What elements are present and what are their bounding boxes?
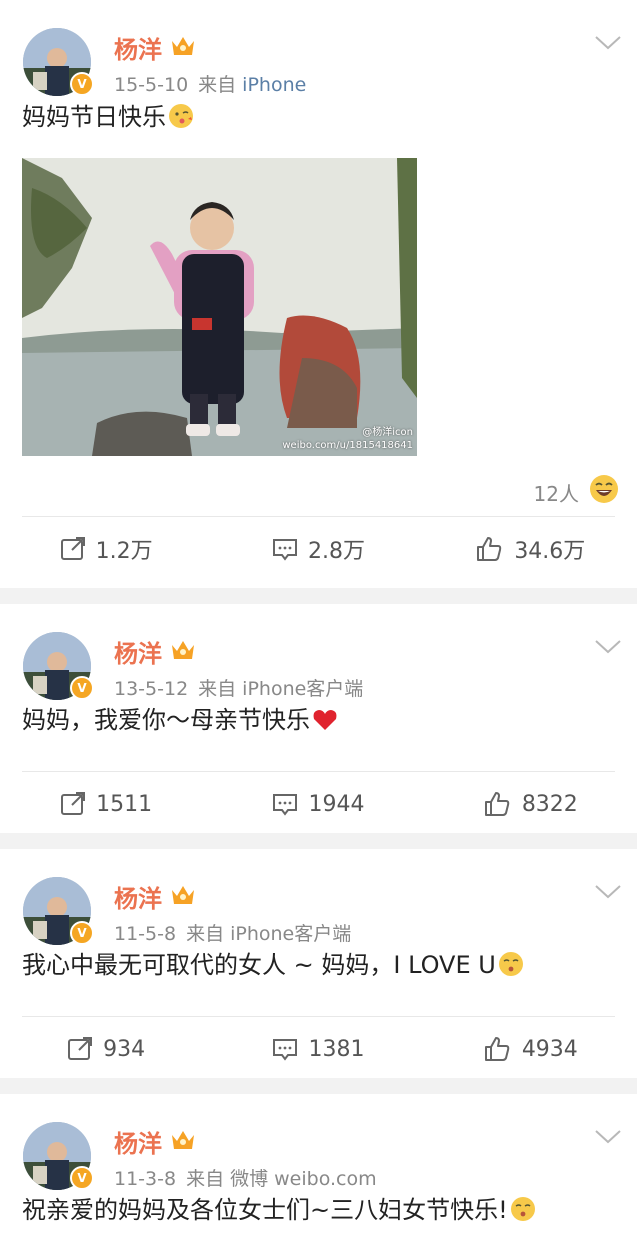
repost-button[interactable]: 934: [0, 1017, 212, 1081]
post-source[interactable]: iPhone客户端: [230, 923, 351, 945]
post-header: V 杨洋 11-3-8 来自 微博 weibo.com: [0, 1094, 637, 1194]
post-card: V 杨洋 15-5-10 来自 iPhone 妈妈节日快乐 @杨洋icon we…: [0, 0, 637, 588]
source-prefix: 来自: [198, 74, 237, 96]
kissing-face-icon: [510, 1196, 536, 1231]
card-gap: [0, 588, 637, 604]
chevron-down-icon[interactable]: [595, 35, 621, 51]
like-count: 34.6万: [514, 539, 586, 564]
post-meta: 15-5-10 来自 iPhone: [114, 70, 306, 97]
source-prefix: 来自: [198, 678, 237, 700]
like-button[interactable]: 34.6万: [425, 517, 637, 581]
post-card: V 杨洋 11-5-8 来自 iPhone客户端 我心中最无可取代的女人 ~ 妈妈，…: [0, 849, 637, 1078]
repost-count: 1.2万: [95, 539, 153, 564]
comment-button[interactable]: 1381: [212, 1017, 424, 1081]
vip-crown-icon: [170, 33, 196, 63]
repost-icon: [68, 1037, 93, 1060]
action-bar: 934 1381 4934: [0, 1017, 637, 1081]
kissing-face-icon: [498, 951, 524, 986]
thumbs-up-icon: [484, 1037, 510, 1061]
vip-crown-icon: [170, 1127, 196, 1157]
vip-crown-icon: [170, 882, 196, 912]
comment-count: 2.8万: [307, 539, 365, 564]
post-meta: 11-5-8 来自 iPhone客户端: [114, 919, 351, 946]
verified-v-icon: V: [70, 676, 94, 700]
repost-icon: [60, 537, 85, 560]
comment-icon: [272, 539, 297, 561]
likers-summary[interactable]: 12人: [0, 456, 637, 516]
chevron-down-icon[interactable]: [595, 884, 621, 900]
watermark-name: @杨洋icon: [362, 427, 413, 438]
chevron-down-icon[interactable]: [595, 639, 621, 655]
red-heart-icon: [312, 707, 338, 741]
comment-button[interactable]: 1944: [212, 772, 424, 836]
post-text: 我心中最无可取代的女人 ~ 妈妈，I LOVE U: [22, 951, 496, 979]
post-meta: 13-5-12 来自 iPhone客户端: [114, 674, 363, 701]
action-bar: 1.2万 2.8万 34.6万: [0, 517, 637, 581]
post-date: 15-5-10: [114, 74, 189, 96]
post-date: 11-5-8: [114, 923, 177, 945]
post-text: 祝亲爱的妈妈及各位女士们~三八妇女节快乐!: [22, 1196, 508, 1224]
likers-count: 12人: [533, 482, 579, 506]
author-name[interactable]: 杨洋: [114, 1124, 162, 1159]
repost-button[interactable]: 1511: [0, 772, 212, 836]
author-name[interactable]: 杨洋: [114, 634, 162, 669]
thumbs-up-icon: [477, 537, 502, 561]
author-name[interactable]: 杨洋: [114, 879, 162, 914]
post-header: V 杨洋 15-5-10 来自 iPhone: [0, 0, 637, 100]
action-bar: 1511 1944 8322: [0, 772, 637, 836]
source-prefix: 来自: [186, 923, 225, 945]
post-date: 11-3-8: [114, 1168, 177, 1190]
post-source[interactable]: 微博 weibo.com: [230, 1168, 377, 1190]
post-card: V 杨洋 13-5-12 来自 iPhone客户端 妈妈，我爱你～母亲节快乐 151…: [0, 604, 637, 833]
kiss-emoji-icon: [168, 103, 194, 138]
laughing-face-icon: [589, 474, 619, 508]
repost-button[interactable]: 1.2万: [0, 517, 212, 581]
post-text: 妈妈，我爱你～母亲节快乐: [22, 706, 310, 734]
like-button[interactable]: 8322: [425, 772, 637, 836]
repost-count: 934: [103, 1036, 146, 1062]
thumbs-up-icon: [484, 792, 510, 816]
like-count: 8322: [521, 791, 578, 817]
author-name[interactable]: 杨洋: [114, 30, 162, 65]
post-image[interactable]: @杨洋icon weibo.com/u/1815418641: [22, 158, 417, 456]
post-source[interactable]: iPhone: [242, 74, 306, 96]
repost-count: 1511: [96, 791, 153, 817]
post-source[interactable]: iPhone客户端: [242, 678, 363, 700]
comment-icon: [273, 794, 298, 816]
like-count: 4934: [521, 1036, 578, 1062]
comment-count: 1381: [308, 1036, 365, 1062]
post-meta: 11-3-8 来自 微博 weibo.com: [114, 1164, 377, 1191]
repost-icon: [61, 792, 86, 815]
verified-v-icon: V: [70, 1166, 94, 1190]
watermark-url: weibo.com/u/1815418641: [282, 440, 413, 451]
comment-button[interactable]: 2.8万: [212, 517, 424, 581]
post-header: V 杨洋 11-5-8 来自 iPhone客户端: [0, 849, 637, 949]
post-header: V 杨洋 13-5-12 来自 iPhone客户端: [0, 604, 637, 704]
comment-icon: [273, 1039, 298, 1061]
vip-crown-icon: [170, 637, 196, 667]
verified-v-icon: V: [70, 921, 94, 945]
like-button[interactable]: 4934: [425, 1017, 637, 1081]
post-text: 妈妈节日快乐: [22, 103, 166, 131]
chevron-down-icon[interactable]: [595, 1129, 621, 1145]
post-card: V 杨洋 11-3-8 来自 微博 weibo.com 祝亲爱的妈妈及各位女士们~三…: [0, 1094, 637, 1252]
post-date: 13-5-12: [114, 678, 189, 700]
comment-count: 1944: [308, 791, 365, 817]
verified-v-icon: V: [70, 72, 94, 96]
weibo-feed: V 杨洋 15-5-10 来自 iPhone 妈妈节日快乐 @杨洋icon we…: [0, 0, 637, 1252]
source-prefix: 来自: [186, 1168, 225, 1190]
